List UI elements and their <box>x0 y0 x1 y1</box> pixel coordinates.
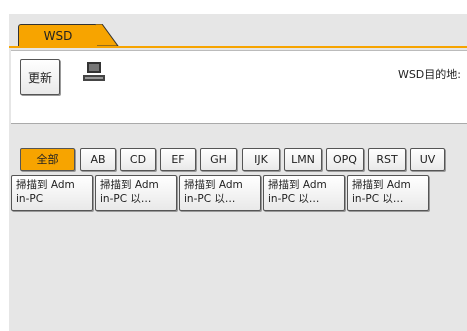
alpha-tab-3[interactable]: EF <box>160 148 196 171</box>
entry-line-1: 掃描到 Adm <box>268 179 327 191</box>
entry-line-1: 掃描到 Adm <box>100 179 159 191</box>
entry-line-2: in-PC 以… <box>184 193 236 205</box>
destination-entry[interactable]: 掃描到 Adm in-PC 以… <box>347 175 429 211</box>
entry-line-2: in-PC 以… <box>100 193 152 205</box>
computer-icon <box>83 62 105 81</box>
destination-entry[interactable]: 掃描到 Adm in-PC <box>11 175 93 211</box>
alpha-tab-0[interactable]: 全部 <box>20 148 75 171</box>
wsd-destination-label: WSD目的地: <box>397 68 461 81</box>
alpha-tab-6[interactable]: LMN <box>284 148 322 171</box>
refresh-button[interactable]: 更新 <box>20 59 60 95</box>
destination-entry[interactable]: 掃描到 Adm in-PC 以… <box>95 175 177 211</box>
entry-line-2: in-PC 以… <box>352 193 404 205</box>
alpha-tab-9[interactable]: UV <box>410 148 445 171</box>
entry-line-1: 掃描到 Adm <box>184 179 243 191</box>
alpha-tab-8[interactable]: RST <box>368 148 406 171</box>
entry-line-2: in-PC <box>16 193 44 205</box>
alpha-tab-1[interactable]: AB <box>80 148 116 171</box>
entry-line-1: 掃描到 Adm <box>16 179 75 191</box>
tab-rule <box>9 46 467 48</box>
destination-entry[interactable]: 掃描到 Adm in-PC 以… <box>263 175 345 211</box>
alpha-tab-4[interactable]: GH <box>200 148 237 171</box>
toolbar <box>11 50 467 124</box>
alpha-tab-5[interactable]: IJK <box>242 148 280 171</box>
alpha-tab-2[interactable]: CD <box>120 148 156 171</box>
tab-wsd[interactable]: WSD <box>18 24 98 47</box>
entry-line-1: 掃描到 Adm <box>352 179 411 191</box>
destination-entry[interactable]: 掃描到 Adm in-PC 以… <box>179 175 261 211</box>
alpha-tab-7[interactable]: OPQ <box>326 148 364 171</box>
entry-line-2: in-PC 以… <box>268 193 320 205</box>
tab-edge <box>96 24 119 46</box>
